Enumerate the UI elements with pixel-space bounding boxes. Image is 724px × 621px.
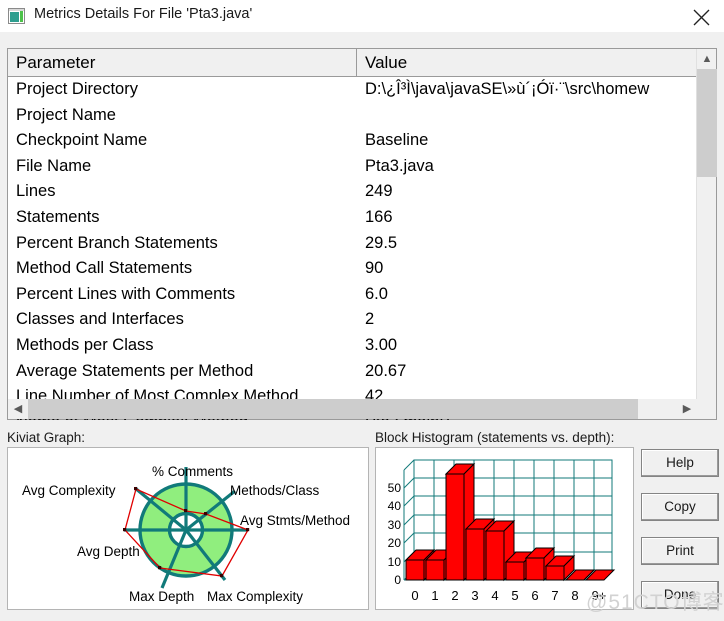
svg-text:8: 8	[571, 588, 578, 603]
svg-text:50: 50	[388, 481, 402, 495]
table-row[interactable]: Checkpoint Name Baseline	[8, 128, 697, 154]
cell-parameter: Statements	[16, 207, 100, 226]
svg-text:5: 5	[511, 588, 518, 603]
table-row[interactable]: Method Call Statements 90	[8, 256, 697, 282]
done-button[interactable]: Done	[641, 581, 719, 609]
cell-parameter: Average Statements per Method	[16, 361, 254, 380]
vertical-scrollbar[interactable]: ▲ ▼	[696, 49, 717, 419]
svg-text:30: 30	[388, 518, 402, 532]
svg-text:1: 1	[431, 588, 438, 603]
table-row[interactable]: Methods per Class 3.00	[8, 333, 697, 359]
kiviat-axis-label-max-complexity: Max Complexity	[207, 589, 304, 604]
kiviat-graph-panel: % Comments Methods/Class Avg Stmts/Metho…	[7, 447, 369, 610]
svg-text:0: 0	[394, 573, 401, 587]
cell-value: 29.5	[365, 233, 398, 252]
cell-parameter: Project Name	[16, 105, 116, 124]
svg-text:6: 6	[531, 588, 538, 603]
table-row[interactable]: Percent Lines with Comments 6.0	[8, 282, 697, 308]
svg-text:10: 10	[388, 555, 402, 569]
table-row[interactable]: Statements 166	[8, 205, 697, 231]
table-row[interactable]: File Name Pta3.java	[8, 154, 697, 180]
kiviat-axis-label-avg-depth: Avg Depth	[77, 544, 140, 559]
cell-value: D:\¿Î³Ì\java\javaSE\»ù´¡Óï·¨\src\homew	[365, 80, 650, 98]
scroll-left-icon[interactable]: ◀	[8, 399, 28, 419]
column-header-value[interactable]: Value	[357, 49, 697, 76]
kiviat-axis-label-max-depth: Max Depth	[129, 589, 195, 604]
title-bar: Metrics Details For File 'Pta3.java'	[0, 0, 724, 32]
cell-value: Pta3.java	[365, 156, 434, 175]
cell-parameter: Method Call Statements	[16, 259, 193, 278]
svg-text:3: 3	[471, 588, 478, 603]
svg-text:0: 0	[411, 588, 418, 603]
metrics-window-icon	[8, 8, 25, 24]
svg-text:9+: 9+	[592, 588, 607, 603]
cell-parameter: Lines	[16, 182, 56, 201]
cell-value: Baseline	[365, 131, 429, 150]
kiviat-axis-label-methods-class: Methods/Class	[230, 483, 320, 498]
kiviat-axis-label-avg-stmts-method: Avg Stmts/Method	[240, 513, 351, 528]
cell-value: 90	[365, 259, 384, 278]
table-row[interactable]: Percent Branch Statements 29.5	[8, 231, 697, 257]
cell-parameter: Percent Lines with Comments	[16, 284, 236, 303]
table-row[interactable]: Average Statements per Method 20.67	[8, 359, 697, 385]
svg-text:4: 4	[491, 588, 498, 603]
table-row[interactable]: Project Name	[8, 103, 697, 129]
cell-parameter: Classes and Interfaces	[16, 310, 184, 329]
scroll-right-icon[interactable]: ▶	[677, 399, 697, 419]
help-button[interactable]: Help	[641, 449, 719, 477]
kiviat-panel-label: Kiviat Graph:	[7, 430, 86, 445]
histogram-panel-label: Block Histogram (statements vs. depth):	[375, 430, 615, 445]
cell-value: 2	[365, 310, 375, 329]
svg-text:40: 40	[388, 499, 402, 513]
cell-parameter: Checkpoint Name	[16, 131, 148, 150]
cell-parameter: Project Directory	[16, 80, 138, 98]
table-body: Project Directory D:\¿Î³Ì\java\javaSE\»ù…	[8, 77, 697, 420]
cell-value: 249	[365, 182, 393, 201]
table-header-row: Parameter Value	[8, 49, 716, 77]
cell-value: 6.0	[365, 284, 388, 303]
svg-text:7: 7	[551, 588, 558, 603]
table-row[interactable]: Lines 249	[8, 179, 697, 205]
kiviat-axis-label-comments: % Comments	[152, 464, 234, 479]
cell-parameter: File Name	[16, 156, 92, 175]
scrollbar-corner	[696, 399, 716, 419]
block-histogram: 0 10 20 30 40 50 0 1 2 3 4 5 6 7 8 9+	[388, 459, 616, 603]
close-icon[interactable]	[678, 0, 724, 31]
cell-parameter: Methods per Class	[16, 335, 154, 354]
svg-text:2: 2	[451, 588, 458, 603]
svg-text:20: 20	[388, 536, 402, 550]
table-row[interactable]: Project Directory D:\¿Î³Ì\java\javaSE\»ù…	[8, 77, 697, 103]
cell-value: 166	[365, 207, 393, 226]
cell-value: 3.00	[365, 335, 398, 354]
print-button[interactable]: Print	[641, 537, 719, 565]
cell-value: 20.67	[365, 361, 407, 380]
window-title: Metrics Details For File 'Pta3.java'	[34, 6, 253, 22]
horizontal-scrollbar[interactable]: ◀ ▶	[8, 399, 697, 419]
metrics-table: Parameter Value Project Directory D:\¿Î³…	[7, 48, 717, 420]
cell-parameter: Percent Branch Statements	[16, 233, 218, 252]
horizontal-scrollbar-thumb[interactable]	[28, 399, 638, 419]
table-row[interactable]: Classes and Interfaces 2	[8, 307, 697, 333]
metrics-details-window: Metrics Details For File 'Pta3.java' Par…	[0, 0, 724, 621]
column-header-parameter[interactable]: Parameter	[8, 49, 357, 76]
copy-button[interactable]: Copy	[641, 493, 719, 521]
block-histogram-panel: 0 10 20 30 40 50 0 1 2 3 4 5 6 7 8 9+	[375, 447, 634, 610]
scroll-up-icon[interactable]: ▲	[697, 49, 717, 69]
kiviat-axis-label-avg-complexity: Avg Complexity	[22, 483, 116, 498]
vertical-scrollbar-thumb[interactable]	[697, 69, 717, 177]
